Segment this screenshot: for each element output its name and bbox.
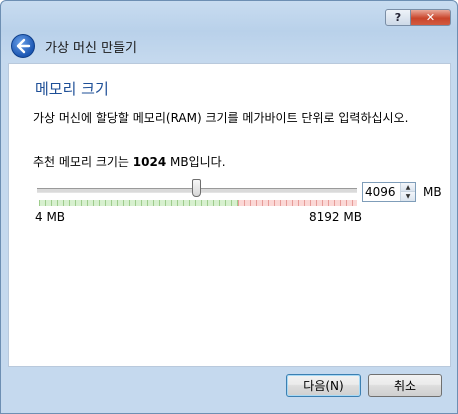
next-button[interactable]: 다음(N) [286, 374, 361, 397]
recommended-memory-value: 1024 [132, 155, 167, 169]
memory-spinbox[interactable]: ▲ ▼ [362, 182, 416, 202]
slider-thumb[interactable] [191, 179, 201, 197]
wizard-content: 메모리 크기 가상 머신에 할당할 메모리(RAM) 크기를 메가바이트 단위로… [8, 63, 451, 367]
memory-unit-label: MB [423, 185, 442, 199]
close-button[interactable]: ✕ [411, 9, 451, 26]
page-description: 가상 머신에 할당할 메모리(RAM) 크기를 메가바이트 단위로 입력하십시오… [33, 111, 409, 125]
unsafe-range [238, 200, 357, 206]
safe-range [39, 200, 238, 206]
dialog-window: ? ✕ 가상 머신 만들기 메모리 크기 가상 머신에 할당할 메모리(RAM)… [0, 0, 458, 414]
help-button[interactable]: ? [385, 9, 411, 26]
wizard-header: 가상 머신 만들기 [7, 31, 137, 61]
slider-min-label: 4 MB [35, 210, 66, 224]
slider-max-label: 8192 MB [309, 210, 362, 224]
slider-range-scale [39, 200, 357, 206]
wizard-title: 가상 머신 만들기 [45, 40, 137, 56]
recommended-memory-text: 추천 메모리 크기는 1024 MB입니다. [33, 155, 226, 169]
spin-up-icon[interactable]: ▲ [401, 183, 415, 192]
page-title: 메모리 크기 [35, 80, 109, 98]
back-arrow-icon[interactable] [11, 34, 35, 58]
memory-input[interactable] [365, 184, 399, 200]
caption-buttons: ? ✕ [385, 9, 451, 26]
cancel-button[interactable]: 취소 [368, 374, 442, 397]
spin-down-icon[interactable]: ▼ [401, 192, 415, 201]
